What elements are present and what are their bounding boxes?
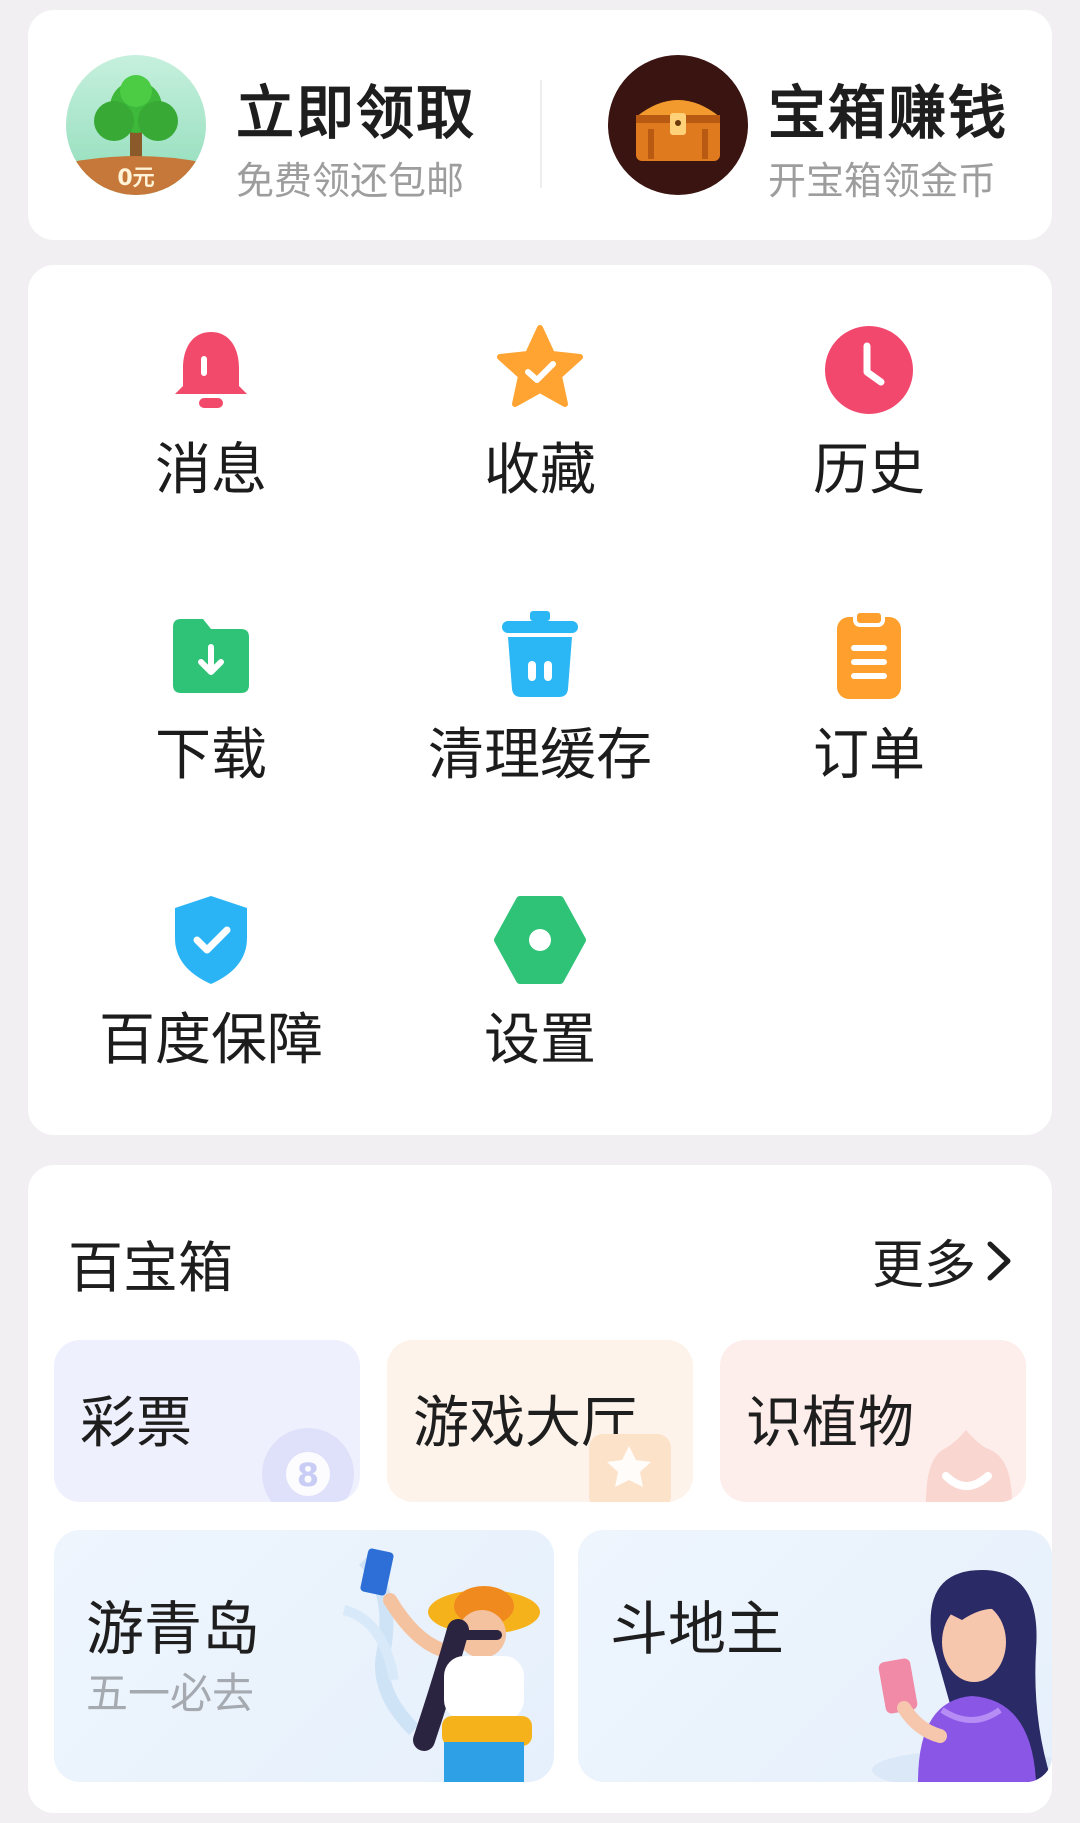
- svg-text:8: 8: [297, 1456, 319, 1494]
- menu-label: 设置: [484, 1008, 596, 1073]
- promo-treasure-title: 宝箱赚钱: [768, 79, 1009, 147]
- promo-free-claim-subtitle: 免费领还包邮: [236, 159, 465, 203]
- download-folder-icon: [173, 619, 249, 693]
- promo-free-claim[interactable]: 0元 立即领取 免费领还包邮: [28, 10, 528, 240]
- money-tree-icon: 0元: [66, 55, 206, 195]
- menu-label: 消息: [155, 438, 267, 503]
- badge-text: 0元: [117, 166, 154, 191]
- tile-label: 彩票: [80, 1391, 192, 1456]
- lotus-icon: [926, 1430, 1012, 1502]
- tile-label: 游青岛: [86, 1595, 261, 1663]
- menu-label: 下载: [155, 723, 267, 788]
- promo-card: 0元 立即领取 免费领还包邮 宝箱赚钱 开宝箱领金币: [28, 10, 1052, 240]
- menu-item-favorites[interactable]: 收藏: [375, 320, 705, 550]
- woman-with-phone-illustration: [872, 1570, 1052, 1782]
- tile-game-hall[interactable]: 游戏大厅: [387, 1340, 693, 1502]
- menu-label: 百度保障: [99, 1008, 323, 1073]
- menu-item-clear-cache[interactable]: 清理缓存: [375, 605, 705, 835]
- toolbox-more-link[interactable]: 更多: [872, 1223, 1016, 1298]
- more-label: 更多: [871, 1236, 976, 1296]
- promo-treasure-subtitle: 开宝箱领金币: [768, 159, 997, 203]
- toolbox-card: 百宝箱 更多 彩票 8 游戏大厅 识植物 游青岛 五一必去 斗地主: [28, 1165, 1052, 1813]
- promo-treasure-box[interactable]: 宝箱赚钱 开宝箱领金币: [540, 10, 1040, 240]
- tile-qingdao-travel[interactable]: 游青岛 五一必去: [54, 1530, 554, 1782]
- menu-label: 清理缓存: [428, 723, 652, 788]
- settings-hexagon-icon: [494, 896, 586, 984]
- treasure-chest-icon: [608, 55, 748, 195]
- menu-item-baidu-protection[interactable]: 百度保障: [46, 890, 376, 1120]
- promo-free-claim-title: 立即领取: [236, 79, 477, 147]
- toolbox-title: 百宝箱: [68, 1236, 234, 1300]
- game-star-icon: [589, 1434, 671, 1502]
- tile-doudizhu[interactable]: 斗地主: [578, 1530, 1052, 1782]
- menu-label: 历史: [813, 438, 925, 503]
- menu-item-orders[interactable]: 订单: [704, 605, 1034, 835]
- menu-item-settings[interactable]: 设置: [375, 890, 705, 1120]
- menu-item-history[interactable]: 历史: [704, 320, 1034, 550]
- clock-icon: [825, 326, 913, 414]
- menu-item-download[interactable]: 下载: [46, 605, 376, 835]
- tile-subtitle: 五一必去: [86, 1669, 255, 1718]
- traveler-selfie-illustration: [342, 1548, 540, 1782]
- lottery-ball-icon: 8: [262, 1428, 354, 1502]
- tile-lottery[interactable]: 彩票 8: [54, 1340, 360, 1502]
- tile-label: 识植物: [746, 1391, 914, 1456]
- shield-check-icon: [175, 896, 247, 984]
- clipboard-icon: [837, 609, 901, 699]
- menu-label: 订单: [813, 723, 925, 788]
- trash-bin-icon: [502, 611, 578, 697]
- bell-icon: [175, 332, 247, 408]
- tile-label: 斗地主: [610, 1595, 785, 1663]
- menu-label: 收藏: [484, 438, 596, 503]
- menu-item-messages[interactable]: 消息: [46, 320, 376, 550]
- star-icon: [497, 325, 583, 407]
- chevron-right-icon: [987, 1241, 1011, 1280]
- tile-identify-plants[interactable]: 识植物: [720, 1340, 1026, 1502]
- menu-grid-card: 消息 收藏 历史 下载 清理缓存 订单 百度保障 设置: [28, 265, 1052, 1135]
